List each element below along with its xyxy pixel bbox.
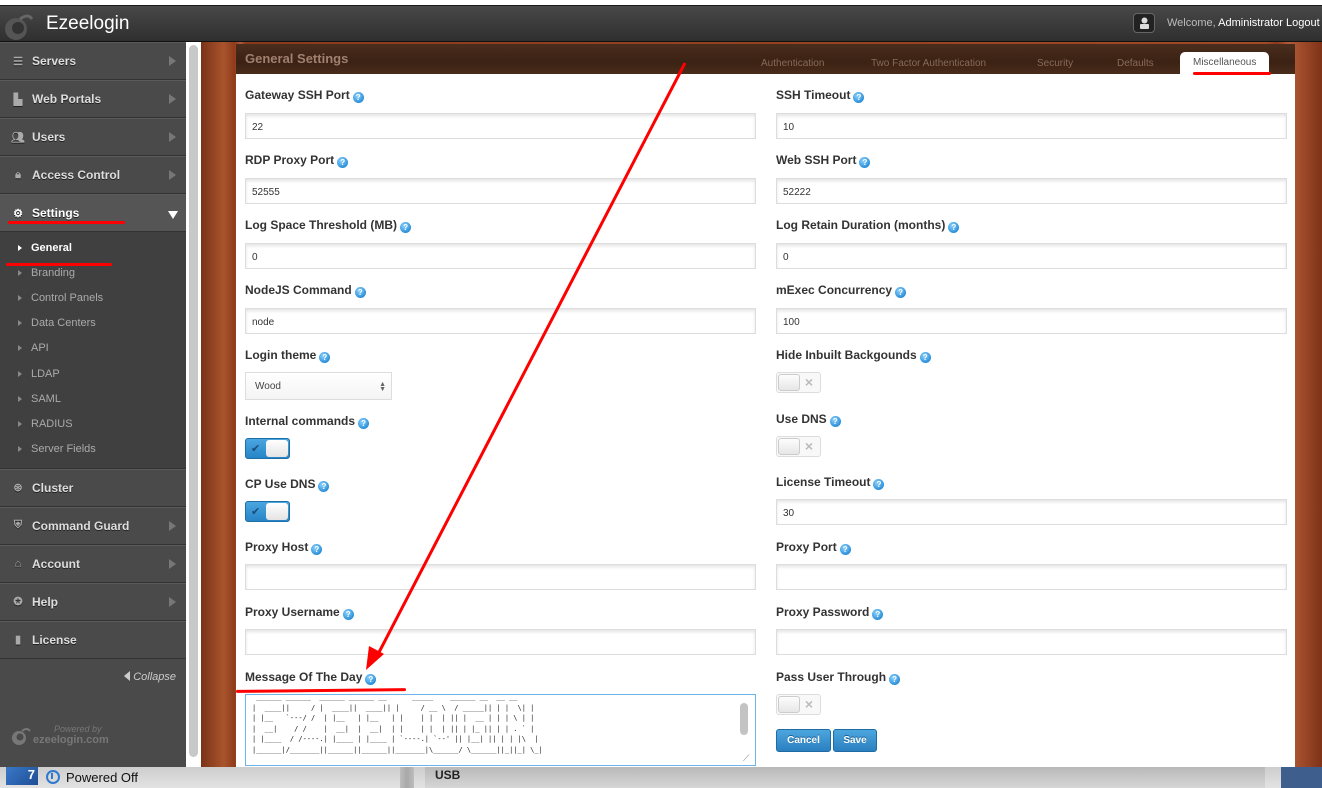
pane-divider[interactable] — [400, 767, 414, 788]
vm-os-badge-icon: 7 — [6, 767, 38, 785]
app-window: Ezeelogin Welcome, Administrator Logout … — [0, 0, 1322, 767]
power-icon — [46, 770, 60, 784]
host-desktop-strip: 7 Powered Off USB — [0, 767, 1322, 788]
arrow-shaft — [373, 62, 687, 661]
desktop-background — [1281, 767, 1322, 788]
annotation-arrow — [366, 62, 687, 670]
usb-section-heading: USB — [435, 768, 461, 782]
vm-status-text: Powered Off — [66, 770, 139, 785]
vm-details-panel — [425, 767, 1265, 788]
